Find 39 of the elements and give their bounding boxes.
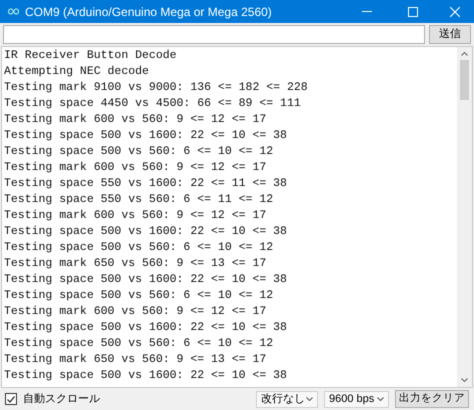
output-line: Testing mark 600 vs 560: 9 <= 12 <= 17 (4, 112, 268, 128)
window-title: COM9 (Arduino/Genuino Mega or Mega 2560) (25, 4, 273, 20)
scrollbar[interactable] (457, 47, 472, 387)
output-line: Testing mark 600 vs 560: 9 <= 12 <= 17 (4, 304, 268, 320)
output-line: Testing space 550 vs 560: 6 <= 11 <= 12 (4, 192, 274, 208)
output-line: Testing mark 600 vs 560: 9 <= 12 <= 17 (4, 160, 268, 176)
output-line: Testing space 500 vs 1600: 22 <= 10 <= 38 (4, 128, 288, 144)
output-line: Testing mark 650 vs 560: 9 <= 13 <= 17 (4, 256, 268, 272)
checkbox[interactable] (5, 393, 17, 405)
scroll-down-icon[interactable] (461, 378, 468, 382)
line-ending-dropdown[interactable]: 改行なし (256, 390, 318, 408)
output-line: Testing space 500 vs 1600: 22 <= 10 <= 38 (4, 272, 288, 288)
output-line: Testing space 500 vs 1600: 22 <= 10 <= 38 (4, 368, 288, 384)
chevron-down-icon (377, 397, 384, 401)
output-line: Testing space 500 vs 560: 6 <= 10 <= 12 (4, 240, 274, 256)
output-line: Attempting NEC decode (4, 64, 150, 80)
output-line: Testing space 500 vs 560: 6 <= 10 <= 12 (4, 336, 274, 352)
infinity-logo-icon (8, 8, 19, 15)
scroll-up-icon[interactable] (461, 52, 468, 56)
scroll-thumb[interactable] (460, 60, 469, 100)
close-icon[interactable] (450, 6, 460, 16)
output-line: IR Receiver Button Decode (4, 48, 178, 64)
send-button[interactable]: 送信 (429, 25, 471, 44)
output-line: Testing space 500 vs 1600: 22 <= 10 <= 38 (4, 224, 288, 240)
output-line: Testing mark 600 vs 560: 9 <= 12 <= 17 (4, 208, 268, 224)
clear-output-button[interactable]: 出力をクリア (395, 390, 469, 408)
output-line: Testing space 4450 vs 4500: 66 <= 89 <= 111 (4, 96, 302, 112)
chevron-down-icon (306, 397, 313, 401)
autoscroll-label: 自動スクロール (23, 392, 101, 407)
output-line: Testing space 550 vs 1600: 22 <= 11 <= 38 (4, 176, 288, 192)
output-line: Testing mark 650 vs 560: 9 <= 13 <= 17 (4, 352, 268, 368)
output-line: Testing space 500 vs 560: 6 <= 10 <= 12 (4, 144, 274, 160)
input-field[interactable] (3, 25, 425, 44)
maximize-icon[interactable] (408, 6, 418, 16)
baud-rate-dropdown[interactable]: 9600 bps (324, 390, 389, 408)
output-line: Testing space 500 vs 560: 6 <= 10 <= 12 (4, 288, 274, 304)
output-line: Testing space 500 vs 1600: 22 <= 10 <= 38 (4, 320, 288, 336)
output-line: Testing mark 9100 vs 9000: 136 <= 182 <= 228 (4, 80, 309, 96)
checkmark-icon (7, 396, 15, 402)
